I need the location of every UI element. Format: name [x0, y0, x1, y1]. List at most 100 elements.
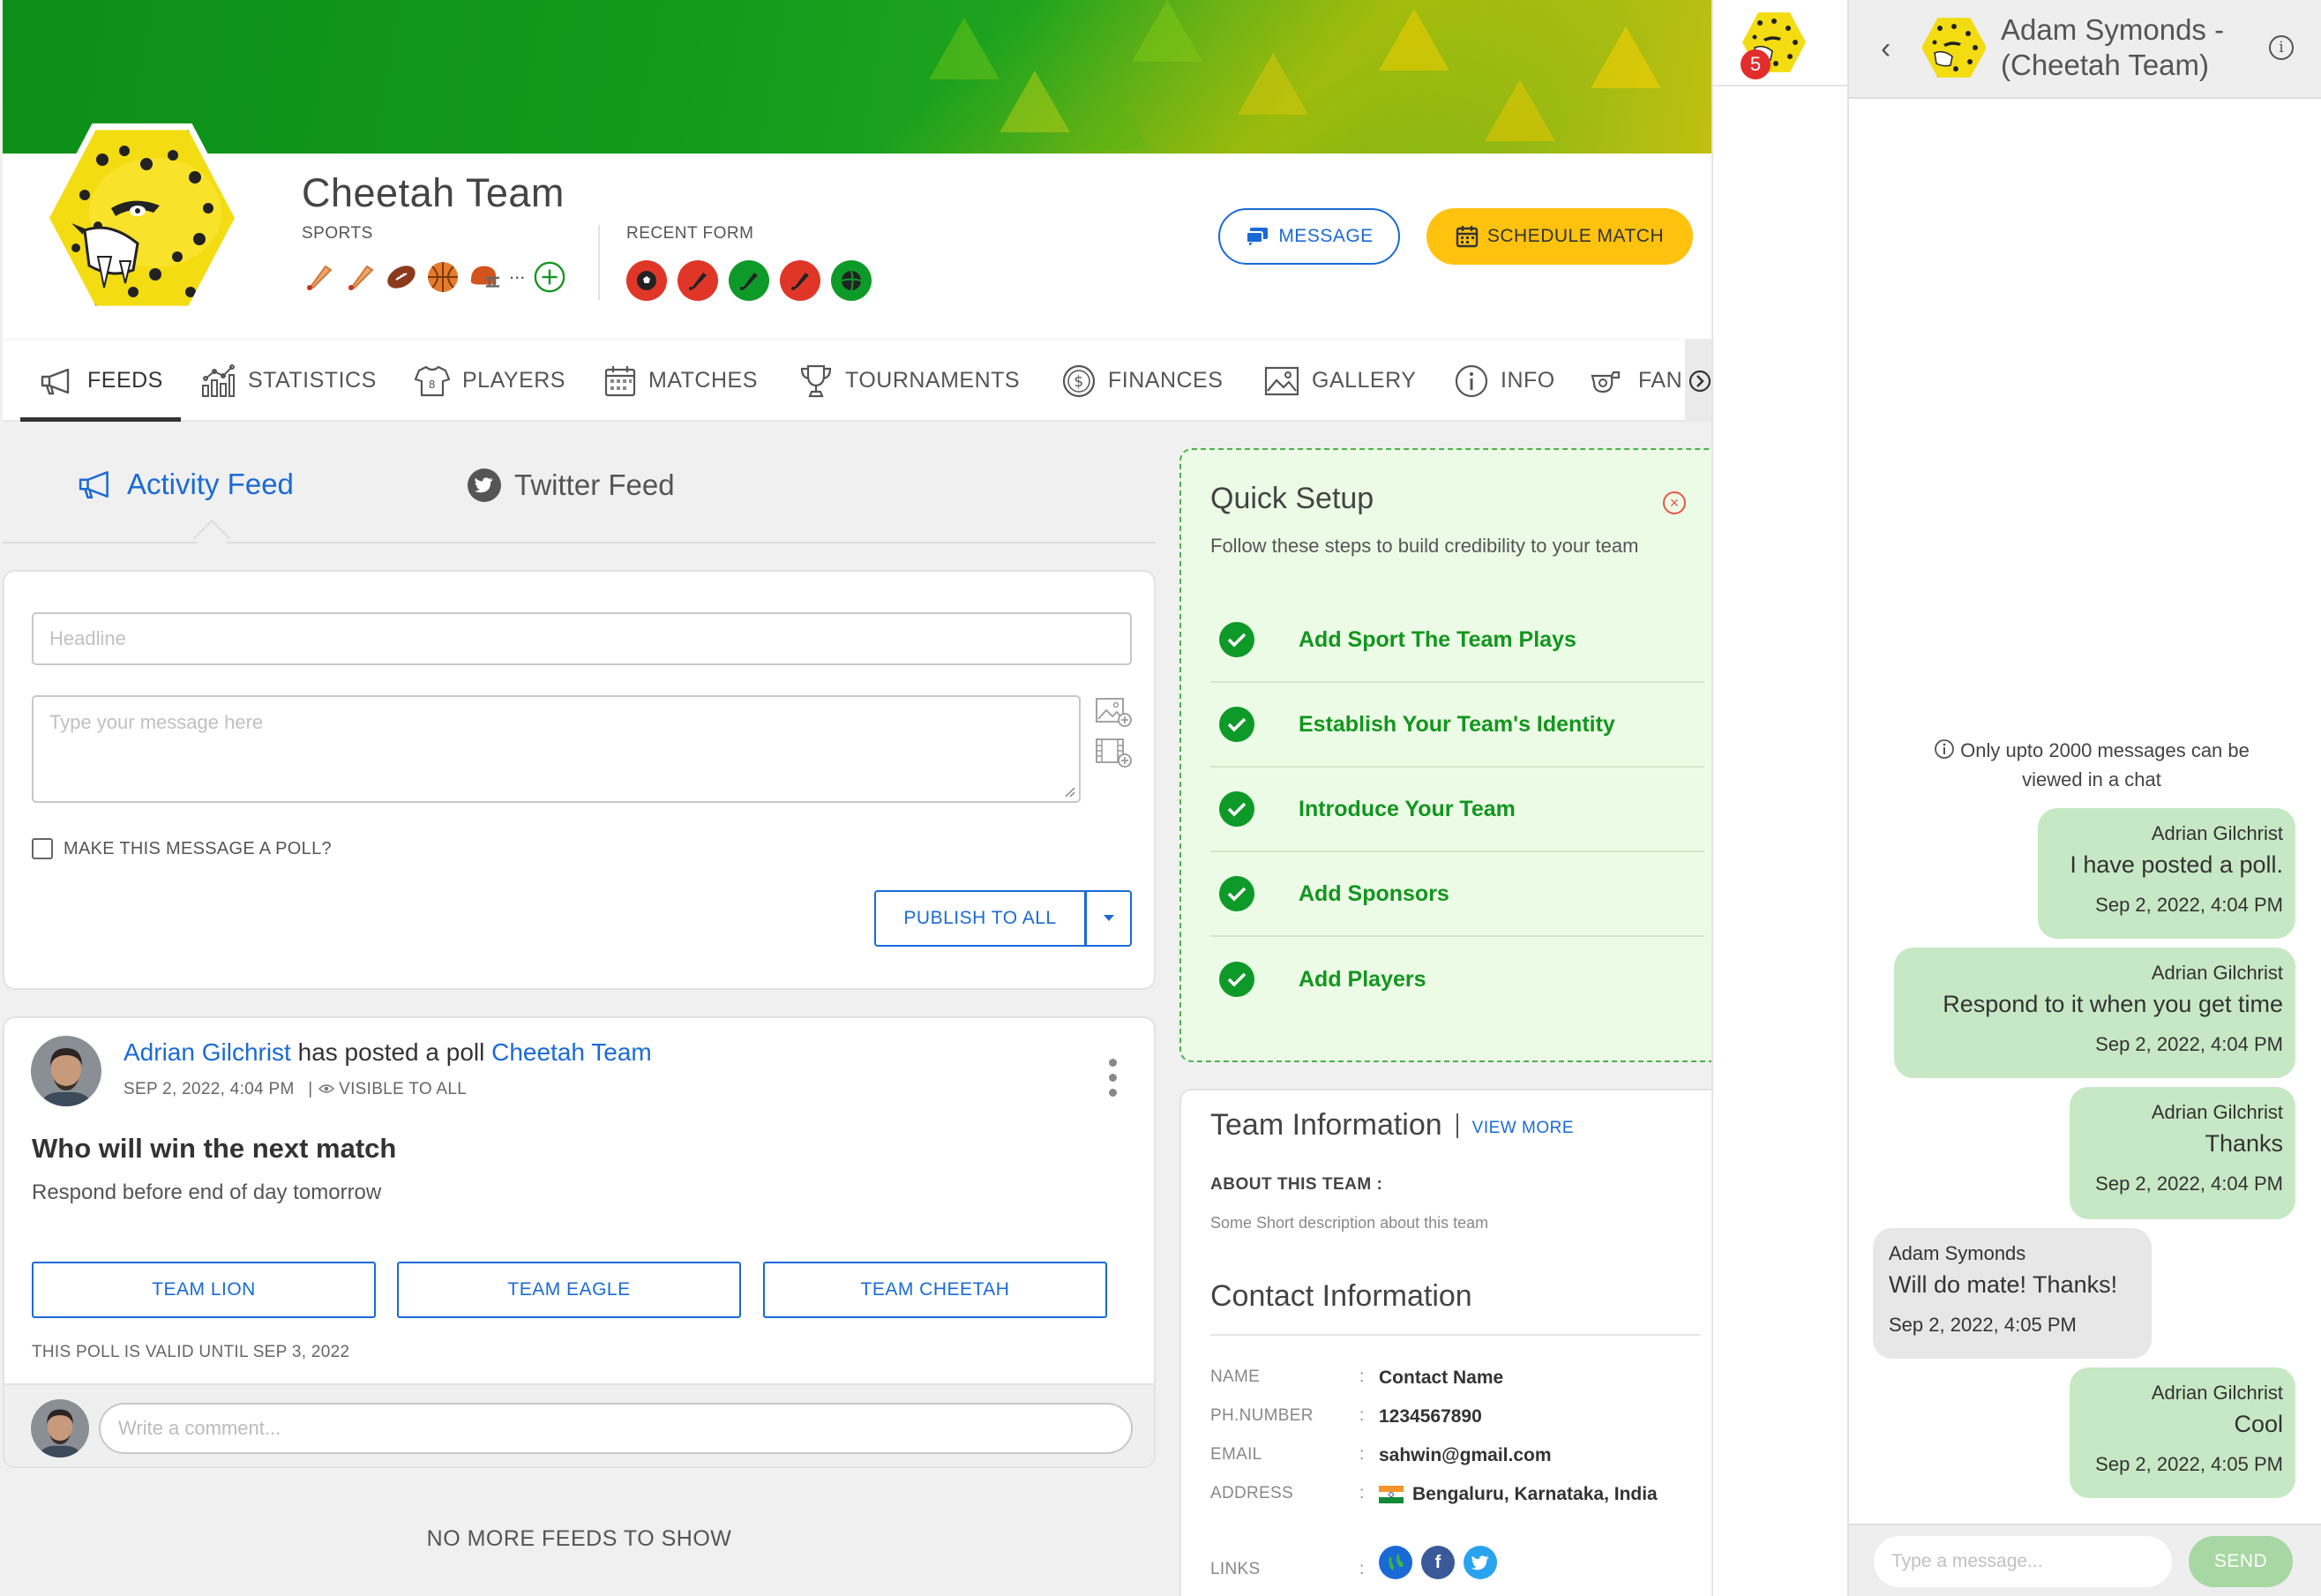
- check-circle-icon: [1219, 962, 1254, 997]
- quick-setup-title: Quick Setup: [1210, 482, 1374, 515]
- chat-message-input[interactable]: Type a message...: [1874, 1536, 2172, 1587]
- tabs-scroll-right[interactable]: [1685, 340, 1711, 422]
- poll-checkbox[interactable]: [32, 838, 53, 859]
- send-button[interactable]: SEND: [2189, 1536, 2293, 1587]
- message-text: Cool: [2234, 1411, 2283, 1437]
- chat-notice: Only upto 2000 messages can be viewed in…: [1902, 736, 2281, 794]
- quick-setup-card: Quick Setup Follow these steps to build …: [1179, 448, 1711, 1062]
- recent-form-result[interactable]: [626, 260, 667, 301]
- recent-form-result[interactable]: [831, 260, 872, 301]
- chat-icon: [1246, 228, 1269, 246]
- publish-dropdown-button[interactable]: [1086, 890, 1132, 947]
- whistle-icon: [1591, 371, 1621, 393]
- activity-feed-label: Activity Feed: [127, 468, 294, 500]
- message-text: Will do mate! Thanks!: [1889, 1271, 2118, 1298]
- poll-option-button[interactable]: TEAM EAGLE: [397, 1262, 741, 1318]
- poll-option-button[interactable]: TEAM LION: [32, 1262, 376, 1318]
- image-icon: [1264, 366, 1299, 395]
- quick-setup-label: Introduce Your Team: [1299, 796, 1516, 821]
- twitter-icon[interactable]: [1464, 1546, 1497, 1579]
- tab-matches[interactable]: MATCHES: [604, 340, 758, 422]
- no-more-feeds: NO MORE FEEDS TO SHOW: [426, 1526, 732, 1551]
- post-target-link[interactable]: Cheetah Team: [491, 1038, 652, 1066]
- headline-input[interactable]: Headline: [32, 612, 1132, 665]
- stats-icon: [202, 363, 235, 397]
- chat-panel: ‹ Adam Symonds - (Cheetah Team) i Only u…: [1847, 0, 2321, 1596]
- tab-tournaments[interactable]: TOURNAMENTS: [799, 340, 1020, 422]
- tab-twitter-feed[interactable]: Twitter Feed: [467, 468, 675, 503]
- cricket-bat-icon: [302, 260, 335, 294]
- team-info-header: Team Information VIEW MORE: [1210, 1108, 1574, 1143]
- recent-form-result[interactable]: [678, 260, 718, 301]
- info-icon[interactable]: i: [2269, 35, 2294, 60]
- chat-avatar: [1921, 18, 1987, 78]
- jersey-icon: 8: [415, 365, 450, 396]
- post-author-link[interactable]: Adrian Gilchrist: [124, 1038, 291, 1066]
- tab-label: MATCHES: [648, 368, 758, 393]
- tab-gallery[interactable]: GALLERY: [1264, 340, 1416, 422]
- post-menu-icon[interactable]: [1109, 1059, 1119, 1097]
- dollar-icon: $: [1062, 364, 1096, 397]
- quick-setup-item[interactable]: Add Players: [1210, 937, 1704, 1022]
- message-time: Sep 2, 2022, 4:04 PM: [2095, 1173, 2283, 1195]
- tab-label: PLAYERS: [462, 368, 565, 393]
- schedule-match-button[interactable]: SCHEDULE MATCH: [1426, 208, 1693, 265]
- tab-label: STATISTICS: [248, 368, 377, 393]
- back-icon[interactable]: ‹: [1881, 32, 1890, 66]
- close-icon[interactable]: ×: [1663, 491, 1686, 514]
- twitter-icon: [468, 468, 501, 502]
- message-text: Respond to it when you get time: [1943, 991, 2283, 1017]
- contact-value: Contact Name: [1379, 1367, 1504, 1388]
- quick-setup-label: Establish Your Team's Identity: [1299, 711, 1615, 737]
- add-image-icon[interactable]: [1095, 695, 1132, 729]
- cricket-bat-icon: [689, 273, 707, 290]
- cricket-bat-icon: [343, 260, 377, 294]
- view-more-link[interactable]: VIEW MORE: [1472, 1119, 1574, 1138]
- about-text: Some Short description about this team: [1210, 1214, 1489, 1232]
- recent-form-result[interactable]: [729, 260, 769, 301]
- tab-info[interactable]: INFO: [1455, 340, 1555, 422]
- cover-banner: [3, 0, 1711, 154]
- avatar[interactable]: [31, 1036, 101, 1106]
- message-button[interactable]: MESSAGE: [1218, 208, 1400, 265]
- publish-button[interactable]: PUBLISH TO ALL: [874, 890, 1086, 947]
- avatar[interactable]: [31, 1399, 89, 1457]
- post-headline: Adrian Gilchrist has posted a poll Cheet…: [124, 1038, 652, 1067]
- add-video-icon[interactable]: [1095, 736, 1132, 769]
- tab-players[interactable]: 8 PLAYERS: [415, 340, 565, 422]
- plus-circle-icon[interactable]: [533, 260, 566, 294]
- quick-setup-item[interactable]: Add Sponsors: [1210, 852, 1704, 937]
- comment-bar: Write a comment...: [4, 1383, 1154, 1466]
- facebook-icon[interactable]: f: [1421, 1546, 1455, 1579]
- comment-input[interactable]: Write a comment...: [99, 1403, 1133, 1454]
- poll-checkbox-row[interactable]: MAKE THIS MESSAGE A POLL?: [32, 838, 332, 859]
- chat-message: Adam Symonds Will do mate! Thanks! Sep 2…: [1873, 1228, 2152, 1359]
- post-action: has posted a poll: [297, 1038, 485, 1066]
- quick-setup-item[interactable]: Establish Your Team's Identity: [1210, 683, 1704, 768]
- quick-setup-item[interactable]: Add Sport The Team Plays: [1210, 598, 1704, 683]
- message-text: I have posted a poll.: [2070, 851, 2283, 878]
- unread-badge: 5: [1741, 49, 1771, 79]
- contact-label: NAME: [1210, 1367, 1261, 1386]
- poll-option-button[interactable]: TEAM CHEETAH: [763, 1262, 1107, 1318]
- globe-icon[interactable]: [1379, 1546, 1412, 1579]
- contact-divider: [1210, 1334, 1701, 1336]
- tab-statistics[interactable]: STATISTICS: [200, 340, 377, 422]
- contact-value: Bengaluru, Karnataka, India: [1379, 1484, 1658, 1505]
- message-placeholder: Type your message here: [49, 711, 264, 733]
- chat-list-item[interactable]: 5: [1713, 0, 1847, 86]
- chat-message: Adrian Gilchrist Thanks Sep 2, 2022, 4:0…: [2070, 1087, 2295, 1219]
- tab-activity-feed[interactable]: Activity Feed: [78, 468, 294, 501]
- chat-message: Adrian Gilchrist Cool Sep 2, 2022, 4:05 …: [2070, 1367, 2295, 1498]
- recent-form-label: RECENT FORM: [626, 224, 754, 243]
- quick-setup-label: Add Sport The Team Plays: [1299, 626, 1576, 652]
- chevron-right-circle-icon: [1688, 370, 1711, 392]
- contact-value[interactable]: sahwin@gmail.com: [1379, 1445, 1552, 1466]
- india-flag-icon: [1379, 1486, 1404, 1503]
- tab-feeds[interactable]: FEEDS: [40, 340, 163, 422]
- tab-fan[interactable]: FAN: [1591, 340, 1685, 422]
- quick-setup-item[interactable]: Introduce Your Team: [1210, 768, 1704, 852]
- message-textarea[interactable]: Type your message here: [32, 695, 1081, 803]
- tab-finances[interactable]: $ FINANCES: [1062, 340, 1223, 422]
- recent-form-result[interactable]: [780, 260, 820, 301]
